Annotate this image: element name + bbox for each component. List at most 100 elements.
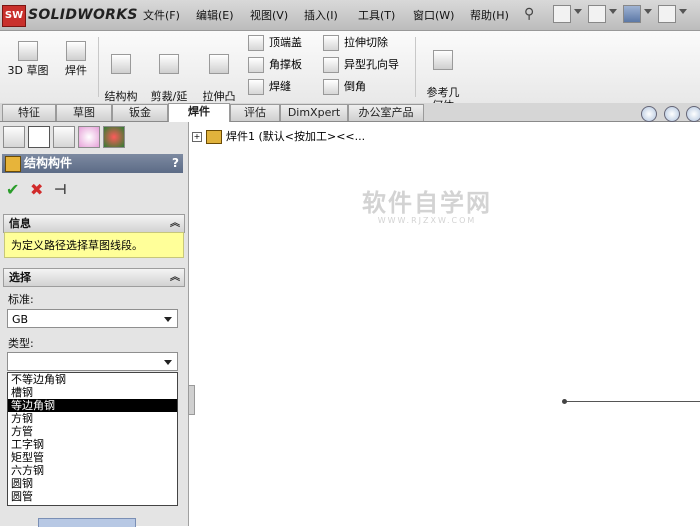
weld-bead-icon [248, 79, 264, 95]
menu-tools[interactable]: 工具(T) [358, 7, 395, 23]
end-cap-icon [248, 35, 264, 51]
new-document-icon[interactable] [553, 5, 571, 23]
zoom-to-area-icon[interactable] [664, 106, 680, 122]
type-option[interactable]: 工字钢 [8, 438, 177, 451]
extruded-cut-button[interactable]: 拉伸切除 [323, 34, 388, 52]
print-icon[interactable] [658, 5, 676, 23]
tab-features[interactable]: 特征 [2, 104, 56, 121]
type-select[interactable] [7, 352, 178, 371]
help-icon[interactable]: ? [172, 154, 179, 173]
type-option-selected[interactable]: 等边角钢 [8, 399, 177, 412]
cancel-x-icon[interactable]: ✖ [30, 181, 43, 199]
weld-bead-label: 焊缝 [269, 80, 291, 93]
hole-wizard-icon [323, 57, 339, 73]
selection-group-header[interactable]: 选择 ︽ [3, 268, 185, 287]
tree-root-label: 焊件1 (默认<按加工><<... [226, 130, 366, 143]
extruded-boss-icon [209, 54, 229, 74]
command-tabs: 特征 草图 钣金 焊件 评估 DimXpert 办公室产品 [0, 103, 700, 122]
tab-evaluate[interactable]: 评估 [230, 104, 280, 121]
standard-label: 标准: [8, 293, 34, 306]
chevron-down-icon[interactable] [609, 9, 617, 14]
app-name: SOLIDWORKS [28, 7, 138, 23]
watermark-title: 软件自学网 [362, 189, 492, 217]
display-manager-tab-icon[interactable] [103, 126, 125, 148]
type-option[interactable]: 矩型管 [8, 451, 177, 464]
title-bar: SW SOLIDWORKS 文件(F) 编辑(E) 视图(V) 插入(I) 工具… [0, 0, 700, 31]
weld-bead-button[interactable]: 焊缝 [248, 78, 291, 96]
gusset-button[interactable]: 角撑板 [248, 56, 302, 74]
collapse-chevron-icon[interactable]: ︽ [170, 269, 180, 286]
ok-check-icon[interactable]: ✔ [6, 181, 19, 199]
weldment-button[interactable]: 焊件 [56, 41, 96, 77]
3d-sketch-icon [18, 41, 38, 61]
type-label: 类型: [8, 337, 34, 350]
sketch-line[interactable] [565, 401, 700, 402]
weldment-part-icon [206, 130, 222, 144]
configuration-manager-tab-icon[interactable] [53, 126, 75, 148]
tab-sketch[interactable]: 草图 [56, 104, 112, 121]
type-dropdown-list[interactable]: 不等边角钢 槽钢 等边角钢 方钢 方管 工字钢 矩型管 六方钢 圆钢 圆管 [7, 372, 178, 506]
dimxpert-manager-tab-icon[interactable] [78, 126, 100, 148]
chevron-down-icon[interactable] [574, 9, 582, 14]
weldment-label: 焊件 [65, 64, 87, 77]
structural-member-icon [111, 54, 131, 74]
tab-office-products[interactable]: 办公室产品 [348, 104, 424, 121]
info-message: 为定义路径选择草图线段。 [4, 232, 184, 258]
extruded-cut-label: 拉伸切除 [344, 36, 388, 49]
chevron-down-icon[interactable] [679, 9, 687, 14]
chevron-down-icon[interactable] [644, 9, 652, 14]
standard-select[interactable]: GB [7, 309, 178, 328]
menu-view[interactable]: 视图(V) [250, 7, 288, 23]
type-option[interactable]: 圆钢 [8, 477, 177, 490]
feature-tree-root[interactable]: + 焊件1 (默认<按加工><<... [192, 128, 365, 144]
property-manager-title-text: 结构构件 [24, 156, 73, 170]
chevron-down-icon[interactable] [164, 360, 172, 365]
3d-sketch-button[interactable]: 3D 草图 [6, 41, 50, 77]
open-folder-icon[interactable] [588, 5, 606, 23]
sketch-point[interactable] [562, 399, 567, 404]
3d-sketch-label: 3D 草图 [7, 64, 49, 77]
menu-file[interactable]: 文件(F) [143, 7, 180, 23]
app-logo: SW SOLIDWORKS [2, 4, 137, 27]
type-option[interactable]: 不等边角钢 [8, 373, 177, 386]
expand-plus-icon[interactable]: + [192, 132, 202, 142]
type-option[interactable]: 圆管 [8, 490, 177, 503]
ribbon-separator [415, 37, 416, 97]
chamfer-button[interactable]: 倒角 [323, 78, 366, 96]
type-option[interactable]: 方钢 [8, 412, 177, 425]
type-option[interactable]: 槽钢 [8, 386, 177, 399]
trim-extend-icon [159, 54, 179, 74]
tab-dimxpert[interactable]: DimXpert [280, 104, 348, 121]
pushpin-icon[interactable]: ⚲ [524, 6, 534, 22]
menu-window[interactable]: 窗口(W) [413, 7, 454, 23]
save-icon[interactable] [623, 5, 641, 23]
collapse-chevron-icon[interactable]: ︽ [170, 215, 180, 232]
zoom-to-fit-icon[interactable] [641, 106, 657, 122]
reference-geometry-icon [433, 50, 453, 70]
gusset-icon [248, 57, 264, 73]
chevron-down-icon[interactable] [164, 317, 172, 322]
gusset-label: 角撑板 [269, 58, 302, 71]
menu-help[interactable]: 帮助(H) [470, 7, 509, 23]
menu-insert[interactable]: 插入(I) [304, 7, 338, 23]
type-option[interactable]: 方管 [8, 425, 177, 438]
menu-edit[interactable]: 编辑(E) [196, 7, 234, 23]
info-group-title: 信息 [9, 217, 31, 230]
selection-group-title: 选择 [9, 271, 31, 284]
command-manager-ribbon: 3D 草图 焊件 结构构 件 剪裁/延 伸 拉伸凸 台/基体 顶端盖 角撑板 焊… [0, 31, 700, 116]
type-option[interactable]: 六方钢 [8, 464, 177, 477]
keep-visible-pushpin-icon[interactable]: ⊣ [54, 181, 67, 199]
hole-wizard-label: 异型孔向导 [344, 58, 399, 71]
end-cap-button[interactable]: 顶端盖 [248, 34, 302, 52]
tab-weldments[interactable]: 焊件 [168, 103, 230, 122]
tab-sheet-metal[interactable]: 钣金 [112, 104, 168, 121]
property-manager-tab-icon[interactable] [28, 126, 50, 148]
chamfer-label: 倒角 [344, 80, 366, 93]
feature-manager-tab-icon[interactable] [3, 126, 25, 148]
info-group-header[interactable]: 信息 ︽ [3, 214, 185, 233]
structural-member-icon [5, 156, 21, 172]
solidworks-logo-icon: SW [2, 5, 26, 27]
hole-wizard-button[interactable]: 异型孔向导 [323, 56, 399, 74]
panel-splitter-handle[interactable] [188, 385, 195, 415]
previous-view-icon[interactable] [686, 106, 700, 122]
